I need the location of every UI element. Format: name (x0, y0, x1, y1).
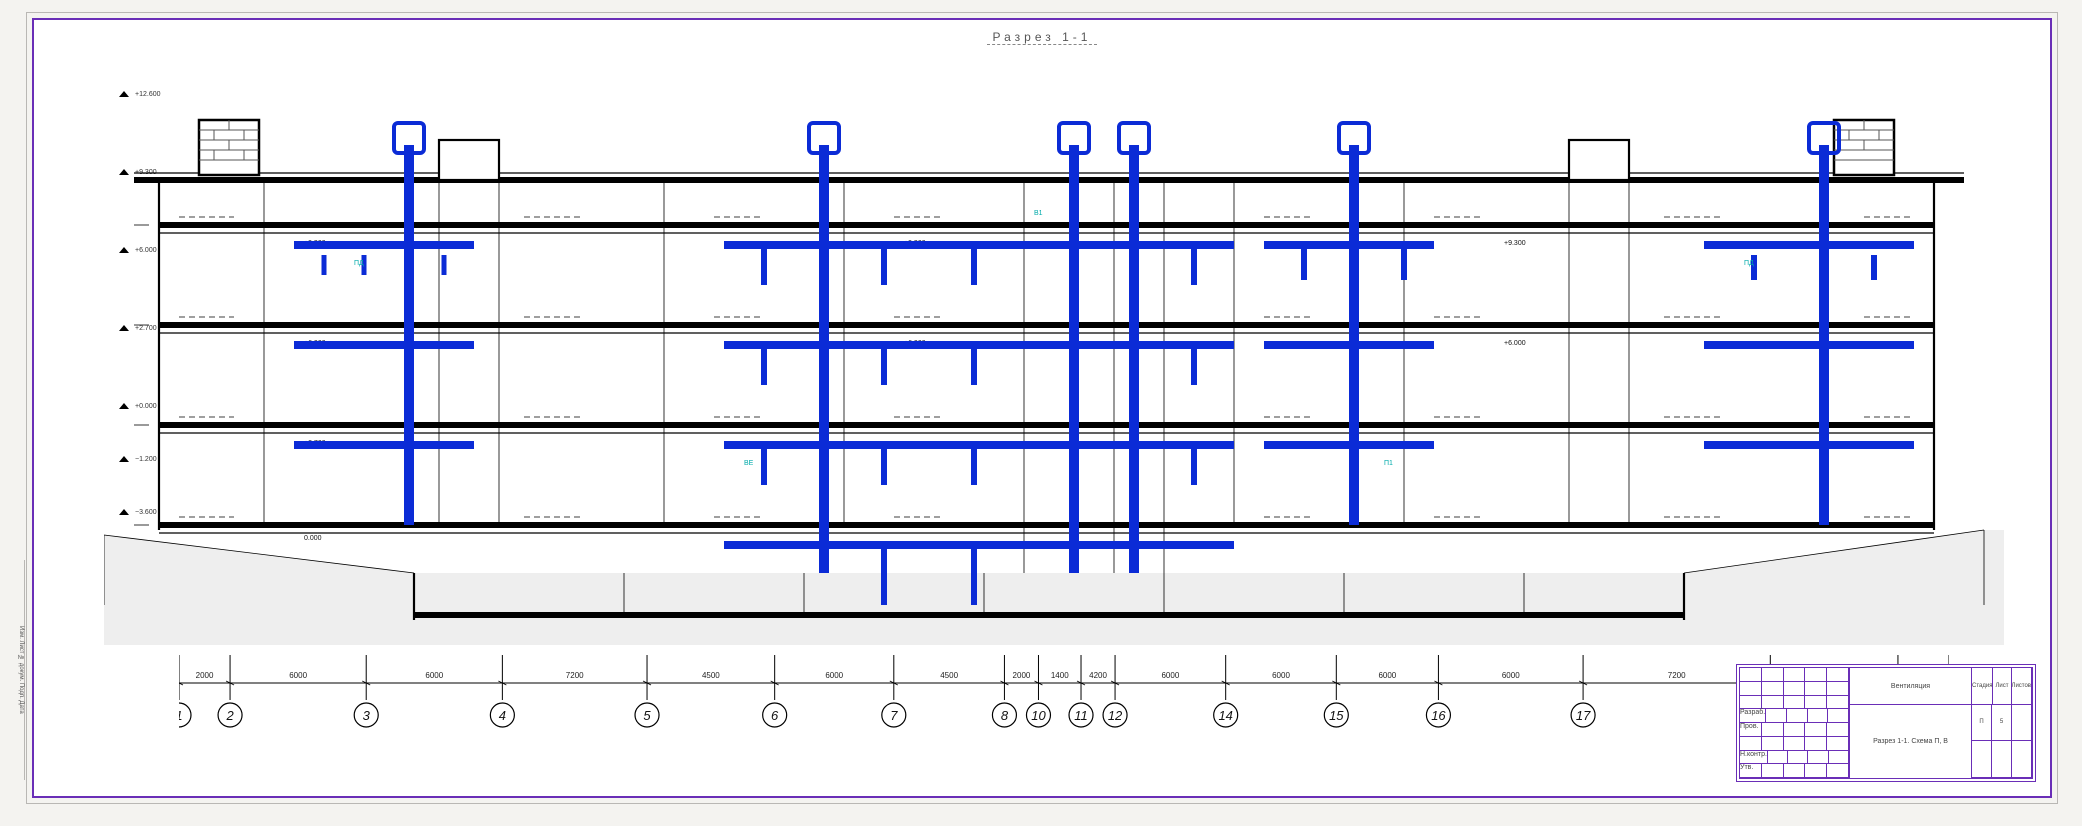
svg-text:8: 8 (1001, 708, 1009, 723)
svg-text:6000: 6000 (289, 671, 307, 680)
svg-text:6000: 6000 (1161, 671, 1179, 680)
svg-text:12: 12 (1108, 708, 1123, 723)
section-title-text: Разрез 1-1 (987, 30, 1098, 45)
svg-text:П1: П1 (1384, 460, 1393, 467)
section-title: Разрез 1-1 (34, 30, 2050, 44)
svg-text:1400: 1400 (1051, 671, 1069, 680)
svg-text:10: 10 (1031, 708, 1046, 723)
svg-text:6000: 6000 (425, 671, 443, 680)
svg-text:5: 5 (643, 708, 651, 723)
svg-text:4: 4 (499, 708, 506, 723)
chimney-left (199, 120, 259, 175)
svg-text:17: 17 (1576, 708, 1591, 723)
chimney-right (1834, 120, 1894, 175)
grid-axis-row: 1 2000 2 6000 3 6000 4 7200 5 4500 6 6000 7 4500 8 2000… (179, 655, 1949, 745)
svg-text:15: 15 (1329, 708, 1344, 723)
svg-text:2000: 2000 (196, 671, 214, 680)
svg-text:ПД: ПД (354, 260, 364, 267)
svg-text:ВЕ: ВЕ (744, 460, 754, 467)
svg-text:+6.000: +6.000 (1504, 340, 1526, 347)
svg-text:6: 6 (771, 708, 779, 723)
svg-text:2: 2 (225, 708, 234, 723)
title-block-drawing-name: Разрез 1-1. Схема П, В (1850, 705, 1971, 778)
svg-text:3: 3 (363, 708, 371, 723)
building-section-drawing: +9.300 +6.000 +2.700 0.000 +9.300 +6.000… (104, 85, 2004, 645)
svg-text:ПД: ПД (1744, 260, 1754, 267)
drawing-frame: Разрез 1-1 +12.600 +9.300 +6.000 +2.700 … (32, 18, 2052, 798)
svg-text:7200: 7200 (1668, 671, 1686, 680)
left-revision-strip: Изм. Лист № докум. Подп. Дата (2, 560, 25, 780)
svg-text:4200: 4200 (1089, 671, 1107, 680)
svg-text:16: 16 (1431, 708, 1446, 723)
svg-text:7200: 7200 (566, 671, 584, 680)
svg-text:14: 14 (1218, 708, 1232, 723)
svg-text:4500: 4500 (702, 671, 720, 680)
svg-text:+9.300: +9.300 (1504, 240, 1526, 247)
svg-text:7: 7 (890, 708, 898, 723)
svg-text:6000: 6000 (1502, 671, 1520, 680)
title-block-project: Вентиляция (1850, 668, 1971, 705)
svg-text:6000: 6000 (1272, 671, 1290, 680)
title-block-revision-grid: Разраб. Пров. Н.контр. Утв. (1740, 668, 1850, 778)
title-block: Разраб. Пров. Н.контр. Утв. Вентиляция Р… (1736, 664, 2036, 782)
svg-text:1: 1 (179, 708, 183, 723)
svg-text:2000: 2000 (1013, 671, 1031, 680)
svg-text:4500: 4500 (940, 671, 958, 680)
svg-text:11: 11 (1074, 708, 1088, 723)
svg-text:6000: 6000 (825, 671, 843, 680)
svg-text:В1: В1 (1034, 210, 1043, 217)
svg-text:0.000: 0.000 (304, 535, 322, 542)
svg-text:6000: 6000 (1378, 671, 1396, 680)
